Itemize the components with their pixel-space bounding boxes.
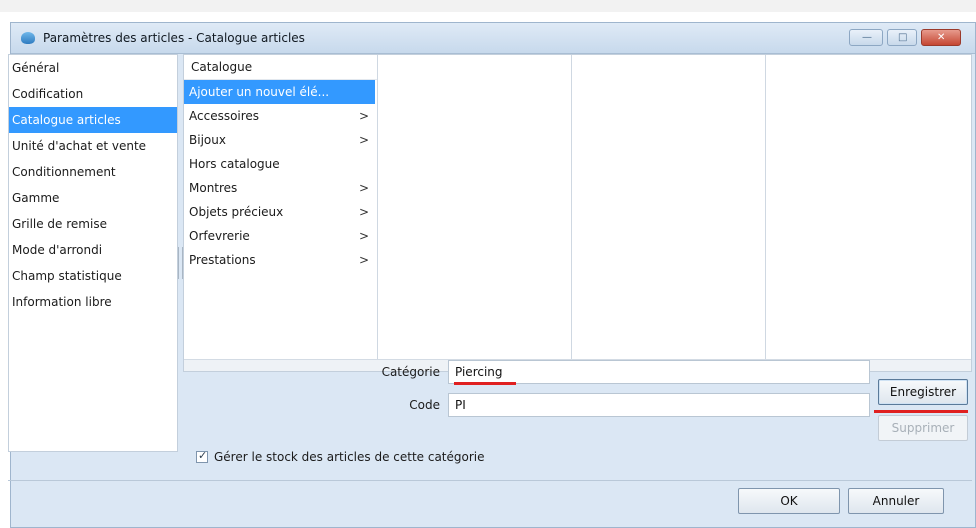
close-button[interactable]: ✕ [921, 29, 961, 46]
title-bar[interactable]: Paramètres des articles - Catalogue arti… [11, 23, 975, 54]
chevron-right-icon: > [358, 253, 369, 267]
chevron-right-icon: > [358, 109, 369, 123]
code-input[interactable] [448, 393, 870, 417]
stock-checkbox-label: Gérer le stock des articles de cette cat… [214, 450, 485, 464]
app-icon [21, 32, 35, 44]
delete-button[interactable]: Supprimer [878, 415, 968, 441]
footer-divider [8, 480, 972, 481]
nav-item-conditionnement[interactable]: Conditionnement [9, 159, 177, 185]
nav-item-information-libre[interactable]: Information libre [9, 289, 177, 315]
catalogue-item-bijoux[interactable]: Bijoux > [184, 128, 377, 152]
background-strip [0, 0, 976, 12]
settings-nav: Général Codification Catalogue articles … [8, 54, 178, 452]
nav-item-codification[interactable]: Codification [9, 81, 177, 107]
categorie-label: Catégorie [381, 365, 440, 379]
nav-item-unite-achat-vente[interactable]: Unité d'achat et vente [9, 133, 177, 159]
nav-item-general[interactable]: Général [9, 55, 177, 81]
categorie-input[interactable] [448, 360, 870, 384]
red-underline-annotation [454, 382, 516, 385]
catalogue-item-hors-catalogue[interactable]: Hors catalogue [184, 152, 377, 176]
maximize-icon: □ [898, 32, 908, 43]
ok-button[interactable]: OK [738, 488, 840, 514]
catalogue-item-label: Bijoux [189, 133, 226, 147]
code-label: Code [409, 398, 440, 412]
chevron-right-icon: > [358, 181, 369, 195]
minimize-icon: — [862, 32, 872, 43]
catalogue-item-label: Accessoires [189, 109, 260, 123]
catalogue-column-browser: Catalogue Ajouter un nouvel élé... Acces… [183, 54, 972, 372]
empty-column-2 [378, 55, 572, 359]
stock-checkbox[interactable]: ✓ [196, 449, 208, 463]
minimize-button[interactable]: — [849, 29, 883, 46]
catalogue-item-prestations[interactable]: Prestations > [184, 248, 377, 272]
catalogue-item-accessoires[interactable]: Accessoires > [184, 104, 377, 128]
stock-checkbox-row[interactable]: ✓ Gérer le stock des articles de cette c… [196, 449, 485, 464]
add-new-element-item[interactable]: Ajouter un nouvel élé... [184, 80, 375, 104]
catalogue-item-label: Ajouter un nouvel élé... [189, 85, 330, 99]
catalogue-column-header: Catalogue [184, 55, 377, 80]
close-icon: ✕ [937, 32, 946, 43]
catalogue-item-label: Prestations [189, 253, 256, 267]
nav-item-catalogue-articles[interactable]: Catalogue articles [9, 107, 177, 133]
nav-item-champ-statistique[interactable]: Champ statistique [9, 263, 177, 289]
catalogue-column: Catalogue Ajouter un nouvel élé... Acces… [184, 55, 378, 359]
catalogue-item-label: Hors catalogue [189, 157, 280, 171]
nav-item-grille-remise[interactable]: Grille de remise [9, 211, 177, 237]
checkmark-icon: ✓ [198, 449, 208, 462]
chevron-right-icon: > [358, 205, 369, 219]
maximize-button[interactable]: □ [887, 29, 917, 46]
catalogue-item-label: Montres [189, 181, 238, 195]
nav-item-gamme[interactable]: Gamme [9, 185, 177, 211]
save-button[interactable]: Enregistrer [878, 379, 968, 405]
cancel-button[interactable]: Annuler [848, 488, 944, 514]
catalogue-item-montres[interactable]: Montres > [184, 176, 377, 200]
chevron-right-icon: > [358, 229, 369, 243]
catalogue-item-objets-precieux[interactable]: Objets précieux > [184, 200, 377, 224]
catalogue-item-label: Objets précieux [189, 205, 284, 219]
window-title: Paramètres des articles - Catalogue arti… [43, 31, 305, 45]
empty-column-3 [572, 55, 766, 359]
catalogue-item-orfevrerie[interactable]: Orfevrerie > [184, 224, 377, 248]
empty-column-4 [766, 55, 971, 359]
chevron-right-icon: > [358, 133, 369, 147]
catalogue-item-label: Orfevrerie [189, 229, 250, 243]
red-underline-annotation [874, 410, 968, 413]
nav-item-mode-arrondi[interactable]: Mode d'arrondi [9, 237, 177, 263]
